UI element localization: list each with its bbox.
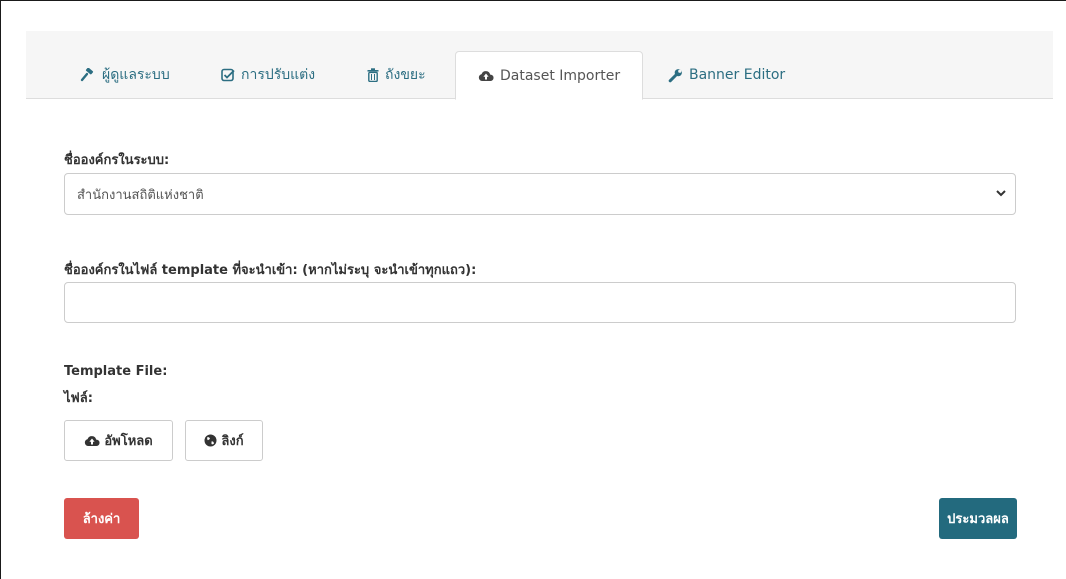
tab-banner-editor-label: Banner Editor [689,67,786,83]
chevron-down-icon [996,190,1006,197]
gavel-icon [80,68,94,82]
clear-button[interactable]: ล้างค่า [64,498,139,539]
tab-customize[interactable]: การปรับแต่ง [221,51,315,99]
wrench-icon [668,68,682,82]
cloud-upload-icon [85,435,100,446]
link-button[interactable]: ลิงก์ [185,420,263,461]
trash-icon [367,68,379,82]
template-org-label: ชื่อองค์กรในไฟล์ template ที่จะนำเข้า: (… [64,263,477,278]
upload-button[interactable]: อัพโหลด [64,420,173,461]
tab-dataset-importer[interactable]: Dataset Importer [455,51,644,100]
org-select[interactable]: สำนักงานสถิติแห่งชาติ [64,173,1016,215]
process-button[interactable]: ประมวลผล [939,498,1017,539]
upload-label: อัพโหลด [104,434,153,449]
tab-trash[interactable]: ถังขยะ [367,51,426,99]
org-select-value: สำนักงานสถิติแห่งชาติ [77,187,204,203]
tab-bar: ผู้ดูแลระบบ การปรับแต่ง ถังขยะ Dataset I… [26,31,1053,100]
tab-customize-label: การปรับแต่ง [241,67,316,83]
tab-dataset-importer-label: Dataset Importer [500,67,621,84]
tab-admin[interactable]: ผู้ดูแลระบบ [80,51,170,99]
tab-trash-label: ถังขยะ [385,67,426,83]
link-label: ลิงก์ [221,434,244,449]
tab-admin-label: ผู้ดูแลระบบ [102,67,170,83]
tab-banner-editor[interactable]: Banner Editor [668,51,785,99]
globe-icon [204,434,217,447]
cloud-upload-icon [478,70,494,81]
check-square-icon [221,68,235,82]
template-file-label: Template File: [64,364,168,379]
template-org-input[interactable] [64,282,1016,323]
org-label: ชื่อองค์กรในระบบ: [64,153,170,168]
file-label: ไฟล์: [64,391,93,406]
